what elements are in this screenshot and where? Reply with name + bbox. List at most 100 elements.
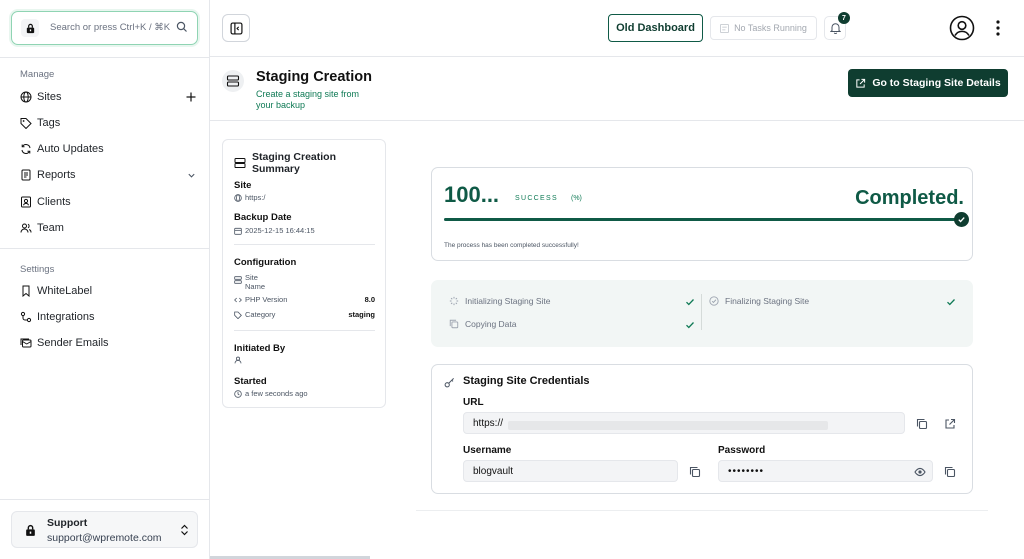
support-account-switcher[interactable]: Support support@wpremote.com: [11, 511, 198, 548]
steps-divider: [701, 294, 702, 330]
step-initializing-label: Initializing Staging Site: [465, 296, 551, 306]
integration-icon: [20, 311, 32, 323]
progress-bar: [444, 218, 962, 221]
progress-state: Completed.: [855, 187, 964, 209]
top-bar: Old Dashboard No Tasks Running 7: [210, 0, 1024, 57]
staging-summary-card: Staging Creation Summary Site https:/ Ba…: [222, 139, 386, 408]
copy-password-icon[interactable]: [944, 466, 956, 478]
sidebar-item-label: Integrations: [37, 311, 95, 323]
sidebar-item-label: Sender Emails: [37, 337, 109, 349]
sidebar-item-label: WhiteLabel: [37, 285, 93, 297]
password-field[interactable]: ••••••••: [718, 460, 933, 482]
more-options-icon[interactable]: [994, 19, 1002, 37]
sidebar-item-label: Reports: [37, 169, 76, 181]
progress-message: The process has been completed successfu…: [444, 242, 579, 249]
search-icon[interactable]: [176, 21, 188, 33]
page-title: Staging Creation: [256, 69, 373, 85]
site-name-label: Site Name: [245, 273, 266, 291]
chevron-down-icon[interactable]: [187, 171, 196, 180]
sidebar-item-label: Sites: [37, 91, 62, 103]
progress-complete-check-icon: [954, 212, 969, 227]
copy-icon: [449, 319, 459, 329]
username-label: Username: [463, 445, 512, 456]
progress-bar-fill: [444, 218, 962, 221]
bell-icon: [829, 22, 841, 34]
page-header: Staging Creation Create a staging site f…: [210, 57, 1024, 121]
php-version-row: PHP Version 8.0: [234, 295, 375, 304]
sidebar-item-whitelabel[interactable]: WhiteLabel: [20, 281, 196, 301]
sidebar-item-reports[interactable]: Reports: [20, 165, 196, 185]
initiated-by-value: [234, 356, 245, 364]
globe-icon: [234, 193, 242, 202]
key-icon: [444, 377, 455, 388]
progress-status: SUCCESS: [515, 195, 558, 202]
search-box[interactable]: Search or press Ctrl+K / ⌘K: [11, 11, 198, 45]
tag-icon: [20, 117, 32, 129]
started-label: Started: [234, 376, 267, 387]
sidebar-toggle-button[interactable]: [222, 14, 250, 42]
step-finalizing-label: Finalizing Staging Site: [725, 296, 810, 306]
circle-check-icon: [709, 296, 719, 306]
user-avatar[interactable]: [949, 15, 975, 41]
url-field[interactable]: https://: [463, 412, 905, 434]
summary-title: Staging Creation Summary: [252, 151, 337, 175]
go-to-staging-details-label: Go to Staging Site Details: [872, 77, 1001, 89]
tasks-icon: [720, 23, 730, 33]
sidebar-item-integrations[interactable]: Integrations: [20, 307, 196, 327]
old-dashboard-button[interactable]: Old Dashboard: [608, 14, 703, 42]
add-site-icon[interactable]: [186, 92, 196, 102]
eye-icon[interactable]: [914, 466, 926, 478]
search-input[interactable]: Search or press Ctrl+K / ⌘K: [50, 22, 170, 33]
steps-panel: Initializing Staging Site Copying Data F…: [431, 280, 973, 347]
page-subtitle: Create a staging site from your backup: [256, 89, 360, 110]
php-version-value: 8.0: [364, 295, 375, 304]
sidebar-item-team[interactable]: Team: [20, 218, 196, 238]
sidebar-item-clients[interactable]: Clients: [20, 192, 196, 212]
sidebar-item-label: Tags: [37, 117, 61, 129]
sidebar: Search or press Ctrl+K / ⌘K Manage Sites…: [0, 0, 210, 559]
server-icon: [234, 276, 242, 284]
backup-date-label: Backup Date: [234, 212, 292, 223]
calendar-icon: [234, 227, 242, 235]
support-email: support@wpremote.com: [47, 532, 162, 544]
sidebar-item-sender-emails[interactable]: Sender Emails: [20, 333, 196, 353]
chevron-up-down-icon[interactable]: [180, 524, 189, 536]
tasks-status-label: No Tasks Running: [734, 23, 807, 33]
php-version-label: PHP Version: [245, 295, 288, 304]
spinner-icon: [449, 296, 459, 306]
check-icon: [946, 297, 956, 307]
password-label: Password: [718, 445, 766, 456]
sidebar-item-label: Auto Updates: [37, 143, 104, 155]
staging-server-icon: [222, 70, 244, 92]
tasks-status-button[interactable]: No Tasks Running: [710, 16, 817, 40]
username-field[interactable]: blogvault: [463, 460, 678, 482]
progress-card: 100... SUCCESS (%) Completed. The proces…: [431, 167, 973, 261]
go-to-staging-details-button[interactable]: Go to Staging Site Details: [848, 69, 1008, 97]
site-value: https:/: [234, 193, 265, 202]
sidebar-item-auto-updates[interactable]: Auto Updates: [20, 139, 196, 159]
support-name: Support: [47, 517, 88, 529]
category-row: Category staging: [234, 310, 375, 319]
notification-count-badge: 7: [838, 12, 850, 24]
external-link-icon: [855, 78, 866, 89]
user-icon: [234, 356, 242, 364]
sidebar-item-sites[interactable]: Sites: [20, 87, 196, 107]
open-url-external-icon[interactable]: [944, 418, 956, 430]
progress-percent: 100...: [444, 182, 500, 207]
step-copying: Copying Data: [449, 319, 517, 329]
sidebar-item-label: Team: [37, 222, 64, 234]
refresh-icon: [20, 143, 32, 155]
sidebar-item-tags[interactable]: Tags: [20, 113, 196, 133]
started-text: a few seconds ago: [245, 389, 308, 398]
username-field-value: blogvault: [473, 465, 514, 477]
site-label: Site: [234, 180, 252, 191]
backup-date-value: 2025-12-15 16:44:15: [234, 226, 315, 235]
contact-icon: [20, 196, 32, 208]
copy-url-icon[interactable]: [916, 418, 928, 430]
copy-username-icon[interactable]: [689, 466, 701, 478]
sidebar-toggle-icon: [229, 21, 243, 35]
sidebar-divider: [0, 57, 210, 58]
users-icon: [20, 222, 32, 234]
step-copying-label: Copying Data: [465, 319, 517, 329]
configuration-label: Configuration: [234, 257, 297, 268]
